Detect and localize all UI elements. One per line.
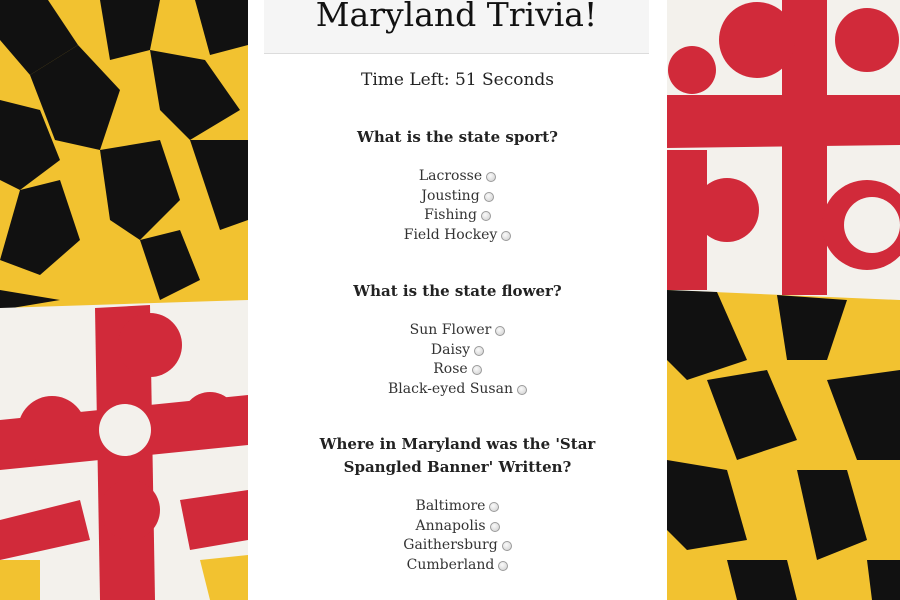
answer-option[interactable]: Jousting: [248, 187, 667, 207]
radio-button[interactable]: [489, 501, 500, 512]
question-2-text: What is the state flower?: [353, 282, 562, 300]
answer-label: Gaithersburg: [403, 537, 498, 554]
answer-label: Field Hockey: [403, 227, 498, 244]
answer-option[interactable]: Black-eyed Susan: [248, 380, 667, 400]
answer-label: Daisy: [430, 341, 471, 358]
question-1-text: What is the state sport?: [357, 128, 558, 146]
answer-option[interactable]: Lacrosse: [248, 167, 667, 187]
radio-button[interactable]: [516, 384, 527, 395]
question-3-text: Where in Maryland was the 'Star Spangled…: [319, 435, 596, 476]
answer-option[interactable]: Fishing: [248, 206, 667, 226]
radio-button[interactable]: [474, 345, 485, 356]
answer-option[interactable]: Daisy: [248, 341, 667, 361]
title-bar: Maryland Trivia!: [264, 0, 649, 54]
countdown-timer: Time Left: 51 Seconds: [360, 70, 555, 90]
question-2-answers: Sun Flower Daisy Rose Black-eyed Susan: [248, 321, 667, 400]
radio-button[interactable]: [471, 365, 482, 376]
answer-option[interactable]: Rose: [248, 360, 667, 380]
question-3-answers: Baltimore Annapolis Gaithersburg Cumberl…: [248, 497, 667, 576]
radio-button[interactable]: [495, 325, 506, 336]
answer-label: Fishing: [424, 207, 477, 224]
answer-label: Lacrosse: [418, 168, 483, 184]
answer-option[interactable]: Field Hockey: [248, 226, 667, 246]
radio-button[interactable]: [486, 171, 497, 182]
answer-label: Black-eyed Susan: [388, 381, 513, 398]
radio-button[interactable]: [489, 521, 500, 532]
maryland-flag-right: [667, 0, 900, 600]
answer-option[interactable]: Sun Flower: [248, 321, 667, 341]
radio-button[interactable]: [501, 230, 512, 241]
answer-label: Cumberland: [406, 557, 495, 574]
answer-option[interactable]: Annapolis: [248, 517, 667, 537]
answer-option[interactable]: Gaithersburg: [248, 536, 667, 556]
radio-button[interactable]: [498, 560, 509, 571]
radio-button[interactable]: [483, 191, 494, 202]
answer-option[interactable]: Baltimore: [248, 497, 667, 517]
page-title: Maryland Trivia!: [315, 0, 598, 34]
answer-label: Annapolis: [415, 517, 486, 534]
answer-label: Baltimore: [415, 498, 486, 514]
answer-label: Sun Flower: [409, 322, 492, 338]
radio-button[interactable]: [480, 211, 491, 222]
radio-button[interactable]: [501, 541, 512, 552]
answer-option[interactable]: Cumberland: [248, 556, 667, 576]
answer-label: Rose: [433, 361, 468, 378]
maryland-flag-left: [0, 0, 248, 600]
trivia-page: Maryland Trivia! Time Left: 51 Seconds W…: [0, 0, 900, 600]
question-1-answers: Lacrosse Jousting Fishing Field Hockey: [248, 167, 667, 246]
answer-label: Jousting: [421, 187, 480, 204]
quiz-panel: Maryland Trivia! Time Left: 51 Seconds W…: [248, 0, 667, 600]
